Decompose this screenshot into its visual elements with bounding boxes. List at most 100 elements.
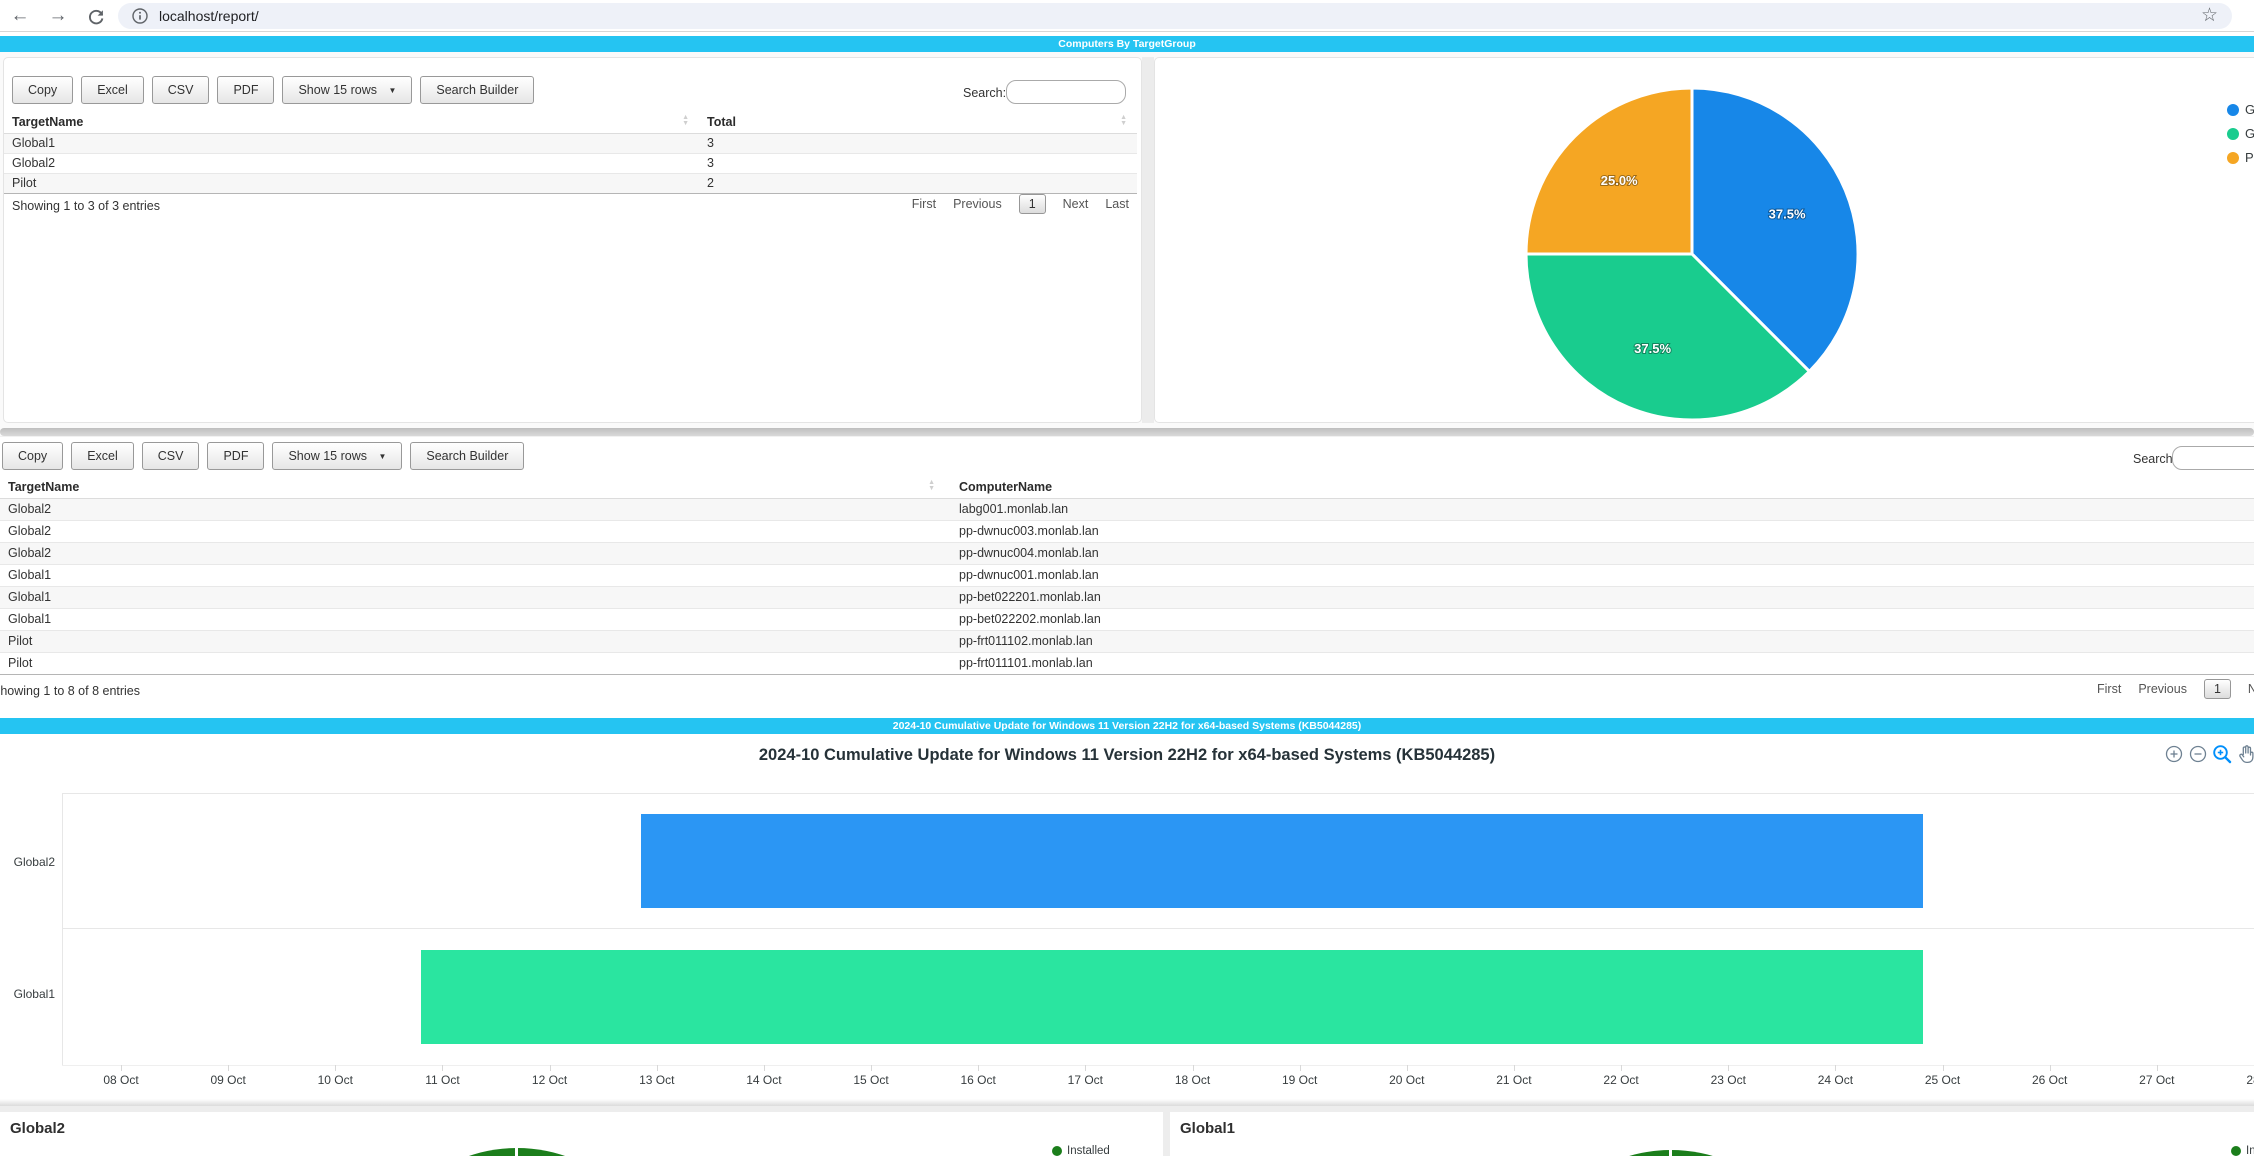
x-axis-label: 27 Oct [2139,1073,2175,1087]
pagination-current-page[interactable]: 1 [1018,194,1046,214]
x-axis-tick [1299,1065,1301,1071]
zoom-out-icon[interactable] [2187,743,2209,765]
pagination-first-button[interactable]: First [2097,682,2121,696]
sort-desc-icon: ▼ [928,485,935,492]
search-input[interactable] [2172,446,2254,470]
column-header-computername[interactable]: ComputerName [951,477,2254,498]
table-cell: Global1 [8,568,52,582]
x-axis-label: 23 Oct [1710,1073,1746,1087]
selection-zoom-icon[interactable] [2211,743,2233,765]
x-axis-tick [763,1065,765,1071]
pagination-next-button[interactable]: Next [2248,682,2254,696]
search-builder-button[interactable]: Search Builder [410,442,525,470]
pagination-first-button[interactable]: First [912,197,936,211]
plot-border-left [62,793,63,1065]
plot-row-divider [62,928,2254,929]
search-label: Search: [2133,452,2177,466]
chart-toolbar [2163,743,2254,765]
pagination-previous-button[interactable]: Previous [2138,682,2187,696]
legend-item-installed[interactable]: Installed [2231,1145,2254,1156]
x-axis-tick [228,1065,230,1071]
timeline-bar-global2[interactable] [640,814,1924,908]
csv-button[interactable]: CSV [151,76,210,104]
legend-item-pilot[interactable]: Pilot [2227,150,2254,165]
table-cell: Global1 [8,612,52,626]
x-axis-tick [1728,1065,1730,1071]
targetgroup-pie-card: 37.5% 37.5% 25.0% Global1 Global2 Pilot [1154,57,2254,423]
x-axis-tick [656,1065,658,1071]
table-cell: Global2 [8,502,52,516]
table-row: Global1 3 [4,134,1137,154]
x-axis-label: 18 Oct [1174,1073,1211,1087]
column-header-targetname[interactable]: TargetName ▲ ▼ [0,477,951,498]
search-builder-button[interactable]: Search Builder [420,76,535,104]
zoom-in-icon[interactable] [2163,743,2185,765]
sort-icon: ▲ ▼ [1120,114,1127,127]
column-header-total[interactable]: Total ▲ ▼ [699,112,1137,133]
pie-slice-label: 37.5% [1634,341,1671,356]
x-axis-label: 08 Oct [103,1073,139,1087]
table-cell: Global1 [12,136,56,150]
pagination-previous-button[interactable]: Previous [953,197,1002,211]
info-icon[interactable] [130,6,150,26]
computers-table: TargetName ▲ ▼ ComputerName Global2 labg001.m… [0,477,2254,675]
x-axis-tick [1513,1065,1515,1071]
x-axis-tick [1835,1065,1837,1071]
x-axis-label: 19 Oct [1281,1073,1318,1087]
pagination-last-button[interactable]: Last [1105,197,1129,211]
pie-slice-pilot[interactable] [1524,86,1694,256]
x-axis-label: 11 Oct [425,1073,460,1087]
table-cell: Global2 [8,524,52,538]
back-icon[interactable]: ← [6,2,34,30]
x-axis-label: 24 Oct [1817,1073,1854,1087]
legend-item-global2[interactable]: Global2 [2227,126,2254,141]
table-row: Global2 3 [4,154,1137,174]
table-cell: 2 [707,176,714,190]
pan-icon[interactable] [2235,743,2254,765]
x-axis-tick [1192,1065,1194,1071]
timeline-bar-global1[interactable] [421,950,1924,1044]
legend-item-installed[interactable]: Installed [1052,1145,1110,1156]
table-row: Global1 pp-dwnuc001.monlab.lan [0,565,2254,587]
url-bar[interactable]: localhost/report/ ☆ [118,3,2232,29]
pagination-next-button[interactable]: Next [1063,197,1089,211]
copy-button[interactable]: Copy [2,442,64,470]
bookmark-icon[interactable]: ☆ [2201,4,2218,27]
column-header-targetname[interactable]: TargetName ▲ ▼ [4,112,699,133]
excel-button[interactable]: Excel [81,76,144,104]
forward-icon[interactable]: → [44,2,72,30]
x-axis-tick [121,1065,122,1071]
table-cell: pp-frt011102.monlab.lan [959,634,1093,648]
global2-pie-card: Global2 Installed [0,1112,1163,1156]
pagination: First Previous 1 Next [2097,679,2254,699]
pie-slice-divider [515,1148,518,1156]
copy-button[interactable]: Copy [12,76,74,104]
browser-toolbar: ← → localhost/report/ ☆ [0,0,2254,31]
table-row: Global2 pp-dwnuc003.monlab.lan [0,521,2254,543]
legend-item-global1[interactable]: Global1 [2227,102,2254,117]
excel-button[interactable]: Excel [71,442,134,470]
x-axis-label: 09 Oct [210,1073,246,1087]
search-input[interactable] [1006,80,1126,104]
table-cell: pp-dwnuc004.monlab.lan [959,546,1099,560]
targetgroup-pie-chart: 37.5% 37.5% 25.0% [1524,86,1860,422]
page-length-button[interactable]: Show 15 rows ▼ [272,442,403,470]
pagination-current-page[interactable]: 1 [2203,679,2231,699]
pdf-button[interactable]: PDF [217,76,275,104]
page-length-button[interactable]: Show 15 rows ▼ [282,76,413,104]
global1-pie-card: Global1 Installed [1170,1112,2254,1156]
horizontal-scrollbar[interactable] [0,428,2254,436]
x-axis-label: 28 Oct [2246,1073,2254,1087]
table-header-row: TargetName ▲ ▼ Total ▲ ▼ [4,112,1137,134]
reload-icon[interactable] [82,2,110,30]
x-axis-label: 20 Oct [1389,1073,1425,1087]
table-row: Pilot 2 [4,174,1137,194]
x-axis-label: 14 Oct [746,1073,782,1087]
x-axis-tick [1406,1065,1408,1071]
pdf-button[interactable]: PDF [207,442,265,470]
pie-legend: Global1 Global2 Pilot [2227,102,2254,165]
pie-slice-divider [1669,1150,1672,1156]
table-cell: Global2 [8,546,52,560]
csv-button[interactable]: CSV [141,442,200,470]
table-cell: pp-dwnuc003.monlab.lan [959,524,1099,538]
